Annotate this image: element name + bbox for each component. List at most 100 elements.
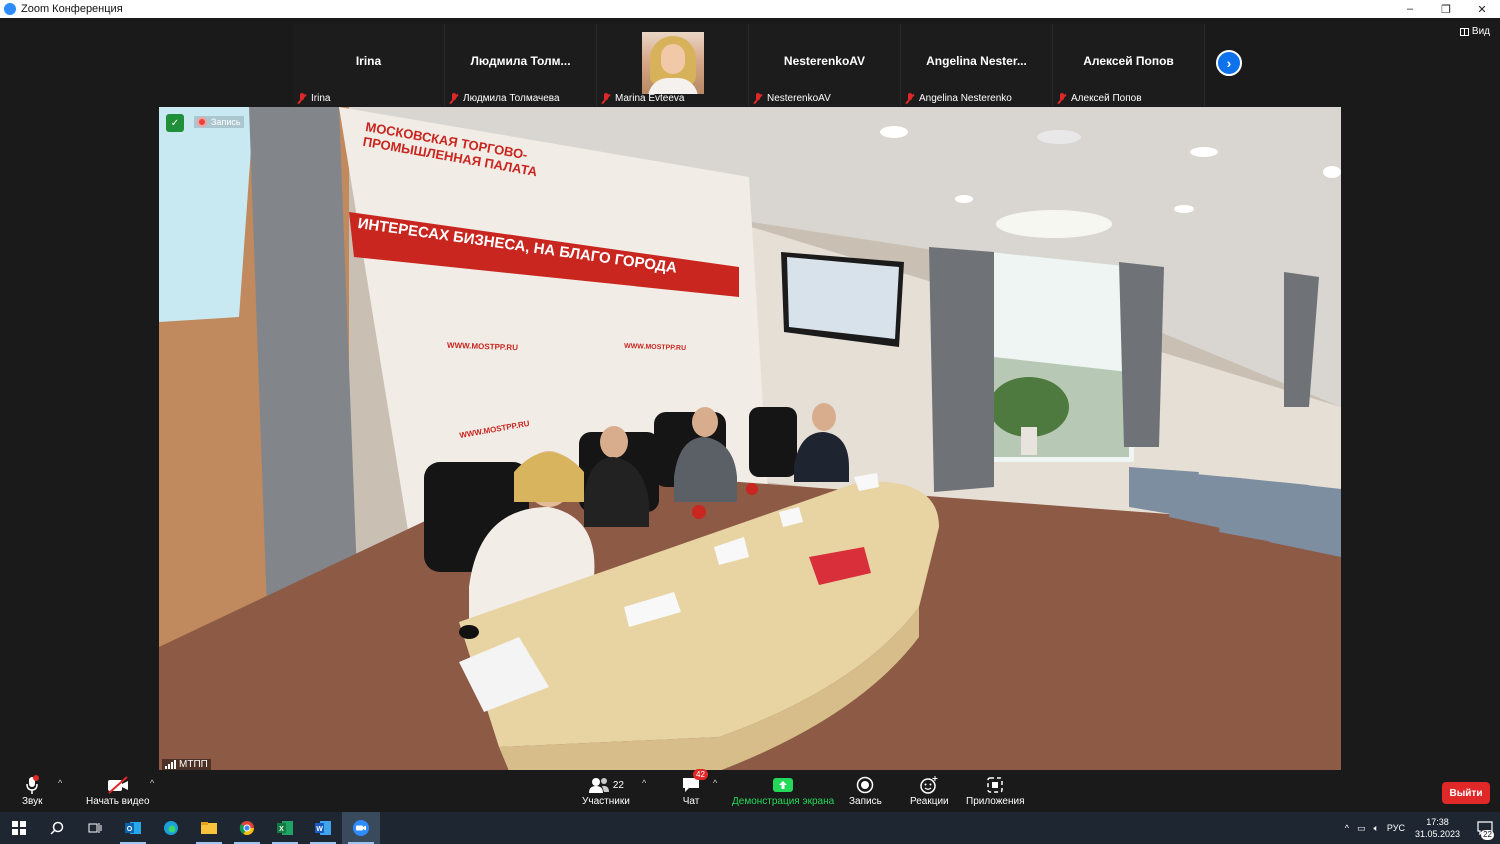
- participant-display-name: Людмила Толм...: [470, 54, 571, 68]
- apps-label: Приложения: [966, 796, 1025, 807]
- participant-tile[interactable]: Людмила Толм... Людмила Толмачева: [445, 24, 597, 106]
- windows-taskbar: O X W ^ ▭ 🔈︎ РУС 17:38 31.05.2023 22: [0, 812, 1500, 844]
- audio-options-caret[interactable]: ^: [58, 774, 62, 788]
- mic-muted-icon: [601, 93, 611, 104]
- participant-avatar-photo: [641, 32, 704, 94]
- participant-name-label: Irina: [297, 93, 330, 104]
- file-explorer-icon[interactable]: [190, 812, 228, 844]
- network-icon[interactable]: ▭: [1357, 823, 1366, 834]
- security-shield-icon[interactable]: ✓: [166, 114, 184, 132]
- recording-label: Запись: [211, 117, 241, 127]
- apps-button[interactable]: Приложения: [966, 774, 1025, 807]
- active-speaker-video: МОСКОВСКАЯ ТОРГОВО-ПРОМЫШЛЕННАЯ ПАЛАТА И…: [159, 107, 1341, 771]
- zoom-taskbar-icon[interactable]: [342, 812, 380, 844]
- participants-button[interactable]: 22 Участники: [582, 774, 630, 807]
- participants-options-caret[interactable]: ^: [642, 774, 646, 788]
- participant-tile[interactable]: Angelina Nester... Angelina Nesterenko: [901, 24, 1053, 106]
- meeting-toolbar: Звук ^ Начать видео ^ 22 Участники ^ 42 …: [0, 769, 1500, 812]
- record-button[interactable]: Запись: [849, 774, 882, 807]
- chat-button[interactable]: 42 Чат: [681, 769, 708, 807]
- window-controls: – ❐ ✕: [1392, 0, 1500, 18]
- participant-name-label: Людмила Толмачева: [449, 93, 560, 104]
- participant-tile[interactable]: Marina Evteeva: [597, 24, 749, 106]
- record-label: Запись: [849, 796, 882, 807]
- participant-tile[interactable]: Irina Irina: [293, 24, 445, 106]
- video-off-icon: [106, 774, 130, 796]
- mic-muted-icon: [905, 93, 915, 104]
- participants-count: 22: [612, 779, 624, 791]
- chat-icon: 42: [681, 769, 708, 796]
- zoom-app-icon: [4, 3, 16, 15]
- reactions-button[interactable]: Реакции: [910, 774, 949, 807]
- apps-icon: [986, 774, 1004, 796]
- leave-meeting-button[interactable]: Выйти: [1442, 782, 1490, 804]
- signal-strength-icon: [165, 760, 176, 769]
- view-button-label: Вид: [1471, 26, 1490, 37]
- participant-name: Алексей Попов: [1071, 93, 1142, 104]
- speaker-name: МТПП: [179, 759, 208, 770]
- minimize-button[interactable]: –: [1392, 0, 1428, 18]
- share-screen-button[interactable]: Демонстрация экрана: [732, 774, 834, 807]
- chat-label: Чат: [682, 796, 700, 807]
- participant-display-name: Irina: [355, 54, 382, 68]
- video-options-caret[interactable]: ^: [150, 774, 154, 788]
- start-video-label: Начать видео: [86, 796, 150, 807]
- word-icon[interactable]: W: [304, 812, 342, 844]
- recording-dot-icon: [197, 117, 207, 127]
- audio-button-label: Звук: [22, 796, 43, 807]
- microphone-icon: [24, 774, 40, 796]
- reactions-label: Реакции: [910, 796, 949, 807]
- system-tray: ^ ▭ 🔈︎ РУС 17:38 31.05.2023 22: [1341, 812, 1500, 844]
- record-icon: [856, 774, 874, 796]
- conference-room-scene: [159, 107, 1341, 771]
- search-icon[interactable]: [38, 812, 76, 844]
- smiley-icon: [920, 774, 938, 796]
- windows-start-icon[interactable]: [0, 812, 38, 844]
- recording-indicator[interactable]: Запись: [194, 116, 244, 128]
- audio-button[interactable]: Звук: [22, 774, 43, 807]
- svg-text:W: W: [316, 826, 323, 833]
- chat-options-caret[interactable]: ^: [713, 774, 717, 788]
- participant-name: NesterenkoAV: [767, 93, 831, 104]
- participant-display-name: Алексей Попов: [1083, 54, 1174, 68]
- start-video-button[interactable]: Начать видео: [86, 774, 150, 807]
- svg-text:X: X: [279, 826, 284, 833]
- meeting-stage: Вид Irina Irina Людмила Толм... Людмила …: [0, 18, 1500, 771]
- notification-center-icon[interactable]: 22: [1470, 812, 1500, 844]
- participant-name-label: NesterenkoAV: [753, 93, 831, 104]
- share-screen-label: Демонстрация экрана: [732, 796, 835, 807]
- clock[interactable]: 17:38 31.05.2023: [1415, 816, 1460, 840]
- participant-name-label: Алексей Попов: [1057, 93, 1142, 104]
- mic-muted-icon: [297, 93, 307, 104]
- view-button[interactable]: Вид: [1459, 26, 1490, 37]
- excel-icon[interactable]: X: [266, 812, 304, 844]
- notification-count: 22: [1481, 830, 1494, 840]
- next-participants-button[interactable]: ›: [1216, 50, 1242, 76]
- participant-name-label: Marina Evteeva: [601, 93, 684, 104]
- input-language[interactable]: РУС: [1387, 823, 1405, 833]
- participant-name-label: Angelina Nesterenko: [905, 93, 1012, 104]
- restore-button[interactable]: ❐: [1428, 0, 1464, 18]
- outlook-icon[interactable]: O: [114, 812, 152, 844]
- participant-display-name: Angelina Nester...: [926, 54, 1027, 68]
- svg-text:O: O: [127, 826, 133, 833]
- participants-label: Участники: [582, 796, 630, 807]
- participant-display-name: NesterenkoAV: [783, 54, 866, 68]
- chrome-icon[interactable]: [228, 812, 266, 844]
- chevron-up-icon[interactable]: ^: [1345, 823, 1349, 833]
- volume-icon[interactable]: 🔈︎: [1374, 823, 1379, 834]
- close-window-button[interactable]: ✕: [1464, 0, 1500, 18]
- mic-muted-icon: [449, 93, 459, 104]
- participant-name: Irina: [311, 93, 331, 104]
- speaker-name-label: МТПП: [162, 759, 211, 770]
- participant-tile[interactable]: NesterenkoAV NesterenkoAV: [749, 24, 901, 106]
- window-titlebar: Zoom Конференция – ❐ ✕: [0, 0, 1500, 18]
- window-title: Zoom Конференция: [21, 3, 123, 15]
- task-view-icon[interactable]: [76, 812, 114, 844]
- share-screen-icon: [772, 774, 794, 796]
- participant-name: Людмила Толмачева: [463, 93, 560, 104]
- participant-name: Angelina Nesterenko: [919, 93, 1012, 104]
- edge-icon[interactable]: [152, 812, 190, 844]
- participant-tile[interactable]: Алексей Попов Алексей Попов: [1053, 24, 1205, 106]
- participant-name: Marina Evteeva: [615, 93, 685, 104]
